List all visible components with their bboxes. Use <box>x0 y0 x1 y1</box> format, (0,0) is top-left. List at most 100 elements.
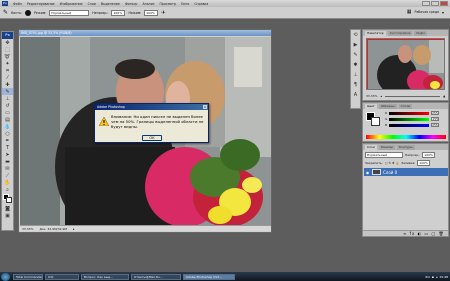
tab-styles[interactable]: Стили <box>398 104 413 109</box>
background-color-swatch[interactable] <box>6 197 12 203</box>
color-panel-background[interactable] <box>371 117 380 126</box>
gradient-tool-icon[interactable]: ▤ <box>2 116 13 123</box>
pen-tool-icon[interactable]: ✒ <box>2 137 13 144</box>
slice-tool-icon[interactable]: ⁄ <box>2 74 13 81</box>
layers-opacity-field[interactable]: 100% <box>422 152 436 158</box>
navigator-zoom-value[interactable]: 33,33% <box>366 94 377 98</box>
navigator-thumbnail[interactable] <box>366 38 445 90</box>
color-spectrum-bar[interactable] <box>366 135 446 139</box>
menu-edit[interactable]: Редактирование <box>27 2 55 6</box>
history-icon[interactable]: ⟲ <box>351 32 360 40</box>
brush-tool-icon[interactable]: ✎ <box>3 9 8 16</box>
menu-help[interactable]: Справка <box>194 2 208 6</box>
type-tool-icon[interactable]: T <box>2 144 13 151</box>
tab-layers[interactable]: Слои <box>365 145 377 150</box>
lasso-tool-icon[interactable]: ➰ <box>2 53 13 60</box>
blend-mode-select[interactable]: Нормальный <box>365 152 403 158</box>
workspace-label[interactable]: Рабочая среда <box>415 10 439 14</box>
flow-field[interactable]: 100% <box>144 9 159 16</box>
volume-icon[interactable]: ◂ <box>436 275 438 279</box>
red-value[interactable]: 255 <box>431 111 440 115</box>
brush-tool-icon-selected[interactable]: ✎ <box>2 88 13 95</box>
zoom-out-icon[interactable]: ▴ <box>380 94 382 98</box>
network-icon[interactable]: ▪ <box>432 275 434 279</box>
stamp-tool-icon[interactable]: ⊥ <box>2 95 13 102</box>
color-swatches[interactable] <box>2 193 13 205</box>
lock-icon[interactable]: ▢ ✎ ✥ 🔒 <box>385 161 399 165</box>
maximize-button[interactable] <box>431 1 439 6</box>
eraser-tool-icon[interactable]: ▭ <box>2 109 13 116</box>
layer-actions-icon[interactable]: ∞ fx ◐ ▭ ▢ 🗑 <box>403 231 445 236</box>
brushes-icon[interactable]: ✱ <box>351 62 360 70</box>
menu-image[interactable]: Изображение <box>60 2 83 6</box>
menu-layers[interactable]: Слои <box>88 2 96 6</box>
green-value[interactable]: 255 <box>431 117 440 121</box>
hand-tool-icon[interactable]: ✋ <box>2 179 13 186</box>
tab-navigator[interactable]: Навигатор <box>365 31 386 36</box>
blur-tool-icon[interactable]: 💧 <box>2 123 13 130</box>
language-indicator[interactable]: RU <box>426 275 430 279</box>
start-button[interactable] <box>1 272 10 281</box>
taskbar-item-total-commander[interactable]: Total Commander <box>13 273 43 280</box>
menu-analysis[interactable]: Анализ <box>142 2 154 6</box>
path-select-icon[interactable]: ➤ <box>2 151 13 158</box>
taskbar-item-icq[interactable]: ICQ <box>45 273 79 280</box>
character-icon[interactable]: A <box>351 92 360 100</box>
tab-info[interactable]: Инфо <box>414 31 428 36</box>
color-panel-swatches[interactable] <box>366 112 380 126</box>
zoom-level[interactable]: 33,33% <box>22 227 33 231</box>
mode-select[interactable]: Нормальный <box>49 9 90 16</box>
menu-window[interactable]: Окно <box>181 2 189 6</box>
marquee-tool-icon[interactable]: ⬚ <box>2 46 13 53</box>
magic-wand-icon[interactable]: ✦ <box>2 60 13 67</box>
tab-swatches[interactable]: Образцы <box>378 104 397 109</box>
zoom-tool-icon[interactable]: ⌕ <box>2 186 13 193</box>
tab-channels[interactable]: Каналы <box>378 145 395 150</box>
minimize-button[interactable] <box>422 1 430 6</box>
close-button[interactable] <box>440 1 448 6</box>
history-brush-icon[interactable]: ↺ <box>2 102 13 109</box>
clone-source-icon[interactable]: ⊥ <box>351 72 360 80</box>
quick-mask-icon[interactable]: ◙ <box>2 205 13 212</box>
zoom-in-icon[interactable]: ▲ <box>443 94 445 98</box>
taskbar-item-photoshop[interactable]: Adobe Photoshop CS3... <box>183 273 235 280</box>
tab-color[interactable]: Цвет <box>365 104 377 109</box>
actions-icon[interactable]: ▶ <box>351 42 360 50</box>
tool-presets-icon[interactable]: ✎ <box>351 52 360 60</box>
taskbar-item-otvety[interactable]: Ответы@Mail.Ru... <box>131 273 181 280</box>
zoom-slider[interactable] <box>384 95 440 97</box>
crop-tool-icon[interactable]: ⌗ <box>2 67 13 74</box>
move-tool-icon[interactable]: ✥ <box>2 39 13 46</box>
menu-view[interactable]: Просмотр <box>160 2 176 6</box>
layer-row[interactable]: ◉ Слой 0 <box>364 168 448 176</box>
screen-mode-icon[interactable]: ▣ <box>2 212 13 219</box>
chevron-down-icon[interactable]: ▾ <box>442 10 444 15</box>
blue-slider[interactable] <box>389 123 430 127</box>
tab-paths[interactable]: Контуры <box>396 145 415 150</box>
menu-filter[interactable]: Фильтр <box>125 2 138 6</box>
alert-close-button[interactable]: × <box>203 105 207 109</box>
menu-file[interactable]: Файл <box>13 2 22 6</box>
airbrush-icon[interactable]: ✈ <box>161 10 165 16</box>
palette-well-icon[interactable]: ▦ <box>407 9 412 15</box>
opacity-field[interactable]: 100% <box>111 9 126 16</box>
shape-tool-icon[interactable]: ▬ <box>2 158 13 165</box>
status-arrow-icon[interactable]: ▸ <box>73 227 75 231</box>
layer-name[interactable]: Слой 0 <box>383 170 397 175</box>
eyedropper-icon[interactable]: ⟋ <box>2 172 13 179</box>
red-slider[interactable] <box>389 111 430 115</box>
ok-button[interactable]: OK <box>142 135 162 141</box>
fill-field[interactable]: 100% <box>417 160 431 166</box>
taskbar-item-question[interactable]: Вопрос: Как выд... <box>81 273 129 280</box>
paragraph-icon[interactable]: ¶ <box>351 82 360 90</box>
blue-value[interactable]: 255 <box>431 123 440 127</box>
tab-histogram[interactable]: Гистограмма <box>387 31 413 36</box>
brush-preset-picker[interactable] <box>24 9 31 16</box>
green-slider[interactable] <box>389 117 430 121</box>
menu-select[interactable]: Выделение <box>101 2 120 6</box>
eye-icon[interactable]: ◉ <box>365 170 370 175</box>
clock[interactable]: 15:48 <box>439 275 448 279</box>
notes-tool-icon[interactable]: ✉ <box>2 165 13 172</box>
healing-brush-icon[interactable]: ✚ <box>2 81 13 88</box>
dodge-tool-icon[interactable]: ○ <box>2 130 13 137</box>
